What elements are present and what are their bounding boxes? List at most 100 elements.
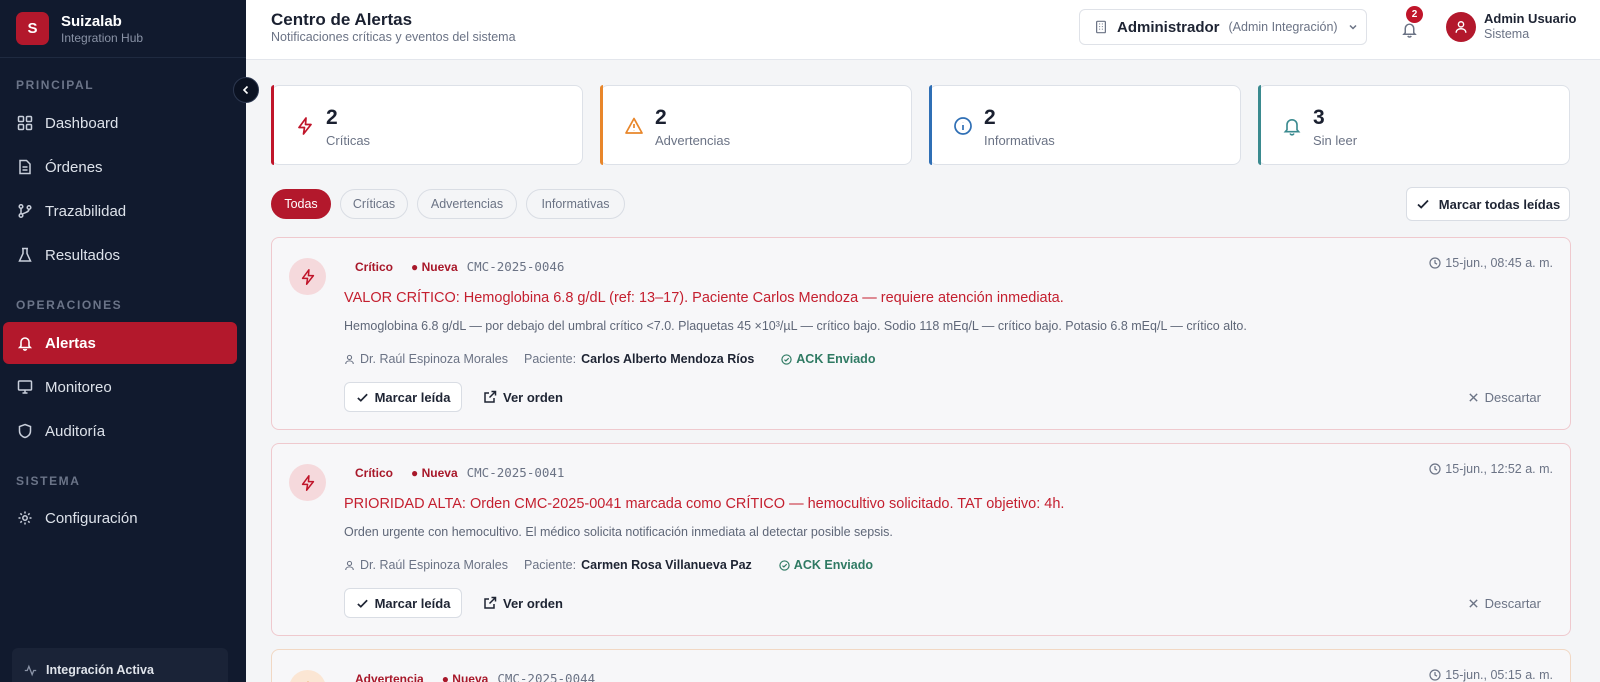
info-icon [952, 115, 974, 137]
brand: S Suizalab Integration Hub [0, 0, 246, 58]
stat-card-informativas[interactable]: 2 Informativas [929, 85, 1241, 165]
alert-description: Hemoglobina 6.8 g/dL — por debajo del um… [344, 319, 1247, 333]
order-code: CMC-2025-0041 [466, 465, 565, 480]
shield-icon [16, 422, 34, 440]
order-code: CMC-2025-0044 [497, 671, 596, 682]
role-detail: (Admin Integración) [1228, 20, 1338, 34]
stat-card-sin-leer[interactable]: 3 Sin leer [1258, 85, 1570, 165]
mark-all-read-label: Marcar todas leídas [1438, 196, 1561, 212]
filter-advertencias[interactable]: Advertencias [417, 189, 517, 219]
stat-card-advertencias[interactable]: 2 Advertencias [600, 85, 912, 165]
zap-icon [289, 464, 326, 501]
section-label-operaciones: OPERACIONES [16, 298, 123, 312]
clock-icon [1429, 669, 1441, 681]
stat-value: 2 [655, 106, 667, 129]
patient-name: Carmen Rosa Villanueva Paz [581, 558, 752, 572]
user-role: Sistema [1484, 27, 1530, 41]
view-order-link[interactable]: Ver orden [483, 382, 563, 412]
role-selector[interactable]: Administrador (Admin Integración) [1079, 9, 1367, 45]
stat-label: Sin leer [1313, 133, 1358, 148]
document-icon [16, 158, 34, 176]
brand-subtitle: Integration Hub [61, 30, 144, 45]
brand-name: Suizalab [61, 12, 122, 30]
status-badge: ● Nueva [411, 259, 458, 274]
notification-count-badge: 2 [1406, 6, 1423, 23]
header: Centro de Alertas Notificaciones crítica… [246, 0, 1600, 60]
mark-read-button[interactable]: Marcar leída [344, 588, 462, 618]
check-circle-icon [779, 559, 790, 571]
warning-icon [623, 115, 645, 137]
dismiss-button[interactable]: Descartar [1468, 588, 1541, 618]
flask-icon [16, 246, 34, 264]
sidebar-item-trazabilidad[interactable]: Trazabilidad [3, 190, 243, 232]
sidebar-item-label: Alertas [45, 334, 96, 352]
sidebar-item-dashboard[interactable]: Dashboard [3, 102, 243, 144]
alert-title: VALOR CRÍTICO: Hemoglobina 6.8 g/dL (ref… [344, 290, 1064, 306]
patient-name: Carlos Alberto Mendoza Ríos [581, 352, 755, 366]
warning-icon [289, 670, 326, 682]
sidebar-item-label: Órdenes [45, 158, 103, 176]
sidebar-item-label: Monitoreo [45, 378, 112, 396]
sidebar-item-alertas[interactable]: Alertas [3, 322, 237, 364]
stat-value: 2 [326, 106, 338, 129]
patient-label: Paciente: [523, 352, 577, 366]
check-icon [356, 597, 369, 610]
zap-icon [289, 258, 326, 295]
git-branch-icon [16, 202, 34, 220]
patient-label: Paciente: [523, 558, 577, 572]
alert-card: Advertencia ● Nueva CMC-2025-0044 15-jun… [271, 649, 1571, 682]
user-icon [344, 354, 355, 365]
page-title: Centro de Alertas [271, 10, 413, 29]
sidebar-item-resultados[interactable]: Resultados [3, 234, 243, 276]
sidebar-item-label: Dashboard [45, 114, 119, 132]
bell-icon [1401, 21, 1418, 38]
stat-card-criticas[interactable]: 2 Críticas [271, 85, 583, 165]
mark-read-button[interactable]: Marcar leída [344, 382, 462, 412]
check-circle-icon [781, 353, 792, 365]
dismiss-button[interactable]: Descartar [1468, 382, 1541, 412]
section-label-principal: PRINCIPAL [16, 78, 95, 92]
alert-meta: Dr. Raúl Espinoza Morales Paciente: Carl… [344, 352, 875, 366]
severity-label: Crítico [355, 259, 394, 274]
close-icon [1468, 598, 1479, 609]
check-icon [356, 391, 369, 404]
alert-meta: Dr. Raúl Espinoza Morales Paciente: Carm… [344, 558, 873, 572]
alert-time: 15-jun., 05:15 a. m. [1429, 668, 1553, 682]
sidebar-item-label: Configuración [45, 509, 138, 527]
sidebar-item-label: Trazabilidad [45, 202, 127, 220]
ack-status: ACK Enviado [796, 352, 876, 366]
sidebar-item-ordenes[interactable]: Órdenes [3, 146, 243, 188]
view-order-link[interactable]: Ver orden [483, 588, 563, 618]
doctor-name: Dr. Raúl Espinoza Morales [360, 352, 508, 366]
chevron-down-icon [1348, 22, 1358, 32]
filter-informativas[interactable]: Informativas [526, 189, 625, 219]
filter-criticas[interactable]: Críticas [340, 189, 408, 219]
alert-time: 15-jun., 12:52 a. m. [1429, 462, 1553, 476]
stat-value: 2 [984, 106, 996, 129]
stat-label: Advertencias [655, 133, 731, 148]
clock-icon [1429, 463, 1441, 475]
mark-all-read-button[interactable]: Marcar todas leídas [1406, 187, 1570, 221]
external-link-icon [483, 596, 497, 610]
bell-icon [16, 334, 34, 352]
building-icon [1094, 20, 1108, 34]
brand-logo: S [16, 12, 49, 45]
page-subtitle: Notificaciones críticas y eventos del si… [271, 30, 516, 44]
sidebar-item-configuracion[interactable]: Configuración [3, 497, 243, 539]
role-name: Administrador [1117, 18, 1220, 36]
order-code: CMC-2025-0046 [466, 259, 565, 274]
avatar[interactable] [1446, 12, 1476, 42]
close-icon [1468, 392, 1479, 403]
external-link-icon [483, 390, 497, 404]
integration-status-label: Integración Activa [46, 663, 154, 677]
clock-icon [1429, 257, 1441, 269]
sidebar-item-auditoria[interactable]: Auditoría [3, 410, 243, 452]
alert-title: PRIORIDAD ALTA: Orden CMC-2025-0041 marc… [344, 496, 1065, 512]
user-icon [344, 560, 355, 571]
collapse-sidebar-button[interactable] [233, 77, 259, 103]
section-label-sistema: SISTEMA [16, 474, 81, 488]
alert-card: Crítico ● Nueva CMC-2025-0041 15-jun., 1… [271, 443, 1571, 636]
sidebar-item-monitoreo[interactable]: Monitoreo [3, 366, 243, 408]
filter-todas[interactable]: Todas [271, 189, 331, 219]
alert-time: 15-jun., 08:45 a. m. [1429, 256, 1553, 270]
